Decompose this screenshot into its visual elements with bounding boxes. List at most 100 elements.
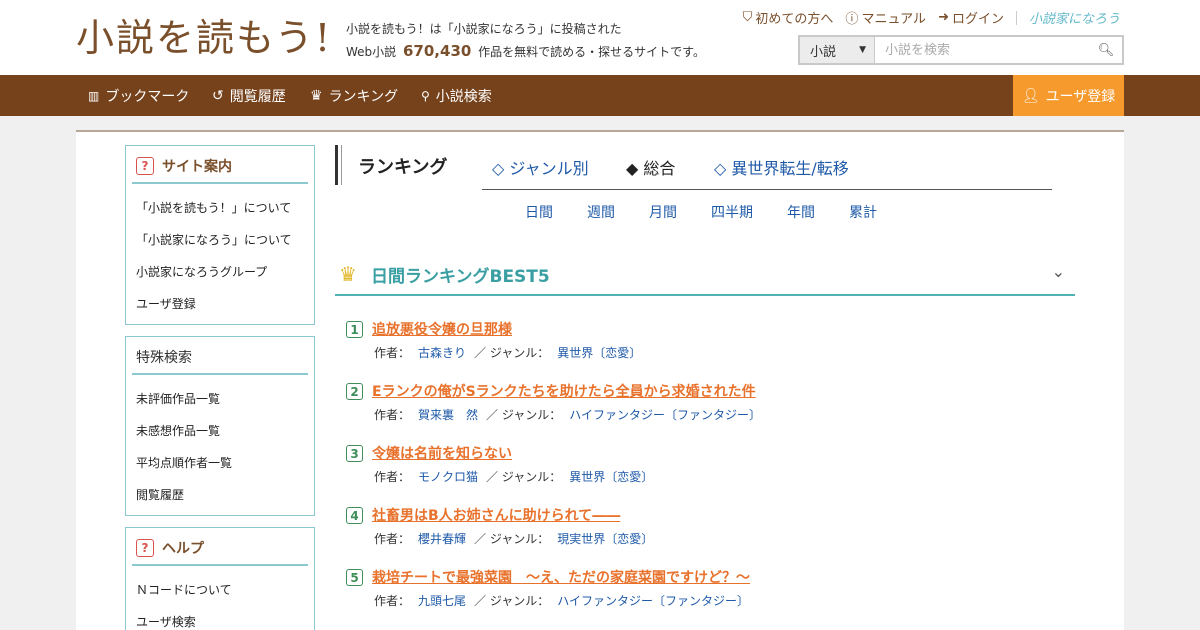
sidebar-site-guide: ? サイト案内 「小説を読もう！」について 「小説家になろう」について 小説家に… [125,145,315,325]
author-label: 作者： [374,594,411,608]
crown-icon: ♛ [310,87,323,104]
crown-icon: ♛ [339,262,357,286]
tagline-line1: 小説を読もう！は「小説家になろう」に投稿された [346,22,622,36]
heading-bar [335,145,338,185]
history-icon: ↺ [212,87,224,104]
author-link[interactable]: 賀来裏 然 [418,408,478,422]
top-links: ⛉ 初めての方へ ⓘ マニュアル ➜ ログイン 小説家になろう [743,8,1120,27]
help-icon: ? [136,157,154,175]
author-label: 作者： [374,346,411,360]
login-link[interactable]: ➜ ログイン [938,8,1004,27]
help-list: Ｎコードについて ユーザ検索 [126,566,314,630]
tab-isekai[interactable]: ◇ 異世界転生/転移 [714,155,849,179]
first-time-link[interactable]: ⛉ 初めての方へ [743,8,834,27]
genre-link[interactable]: ハイファンタジー〔ファンタジー〕 [569,408,761,422]
rank-number-badge: 3 [346,445,363,462]
novel-count: 670,430 [403,42,472,60]
search-button[interactable]: 🔍︎ [1090,37,1122,63]
author-link[interactable]: 九頭七尾 [418,594,466,608]
period-total[interactable]: 累計 [849,202,877,222]
tagline-line2: Web小説 670,430 作品を無料で読める・探せるサイトです。 [346,40,705,63]
ranking-tabs: ◇ ジャンル別 ◆ 総合 ◇ 異世界転生/転移 [482,152,1052,190]
heading-bar-thin [341,145,342,185]
ranking-entry: 4 社畜男はB人お姉さんに助けられて―― 作者： 櫻井春輝 ／ ジャンル： 現実世界〔… [344,505,1064,557]
period-weekly[interactable]: 週間 [587,202,615,222]
sidebar-item-no-review[interactable]: 未感想作品一覧 [126,415,314,447]
sidebar-item-narou-group[interactable]: 小説家になろうグループ [126,256,314,288]
daily-best5-header[interactable]: ♛ 日間ランキングBEST5 ⌄ [335,252,1075,296]
novel-meta: 作者： 九頭七尾 ／ ジャンル： ハイファンタジー〔ファンタジー〕 [374,592,749,609]
search-input[interactable] [875,37,1090,63]
site-header: 小説を読もう! 小説を読もう！は「小説家になろう」に投稿された Web小説 67… [0,0,1200,75]
manual-link[interactable]: ⓘ マニュアル [845,8,926,27]
period-quarterly[interactable]: 四半期 [711,202,753,222]
narou-logo-link[interactable]: 小説家になろう [1029,8,1120,27]
sidebar-item-avg-score-authors[interactable]: 平均点順作者一覧 [126,447,314,479]
novel-meta: 作者： 賀来裏 然 ／ ジャンル： ハイファンタジー〔ファンタジー〕 [374,406,761,423]
sidebar-item-user-search[interactable]: ユーザ検索 [126,606,314,630]
sidebar-item-about-yomou[interactable]: 「小説を読もう！」について [126,192,314,224]
sidebar-item-ncode[interactable]: Ｎコードについて [126,574,314,606]
nav-ranking[interactable]: ♛ ランキング [310,75,398,116]
genre-link[interactable]: 現実世界〔恋愛〕 [557,532,653,546]
sidebar-help: ? ヘルプ Ｎコードについて ユーザ検索 [125,527,315,630]
sidebar-item-unrated[interactable]: 未評価作品一覧 [126,383,314,415]
sidebar-item-history[interactable]: 閲覧履歴 [126,479,314,511]
nav-history[interactable]: ↺ 閲覧履歴 [212,75,286,116]
author-link[interactable]: 古森きり [418,346,466,360]
genre-link[interactable]: 異世界〔恋愛〕 [569,470,653,484]
register-button[interactable]: 👤︎ ユーザ登録 [1013,75,1124,116]
period-daily[interactable]: 日間 [525,202,553,222]
site-tagline: 小説を読もう！は「小説家になろう」に投稿された Web小説 670,430 作品… [346,18,705,63]
genre-label: ／ ジャンル： [474,346,550,360]
daily-best5-title: 日間ランキングBEST5 [371,267,550,287]
period-monthly[interactable]: 月間 [649,202,677,222]
novel-title-link[interactable]: 追放悪役令嬢の旦那様 [372,319,512,339]
ranking-entry: 1 追放悪役令嬢の旦那様 作者： 古森きり ／ ジャンル： 異世界〔恋愛〕 [344,319,1064,371]
search-category-select[interactable]: 小説 ▼ [800,37,875,63]
site-guide-title: ? サイト案内 [132,146,308,184]
bookmark-icon: ▥ [88,88,100,103]
shield-icon: ⛉ [742,10,753,25]
sidebar-item-register[interactable]: ユーザ登録 [126,288,314,320]
tagline-prefix: Web小説 [346,45,397,59]
period-tabs: 日間 週間 月間 四半期 年間 累計 [525,202,1025,222]
genre-label: ／ ジャンル： [486,408,562,422]
nav-search[interactable]: ⚲ 小説検索 [421,75,492,116]
search-box: 小説 ▼ 🔍︎ [798,35,1124,65]
author-label: 作者： [374,532,411,546]
nav-bookmark[interactable]: ▥ ブックマーク [88,75,189,116]
question-circle-icon: ⓘ [845,12,859,27]
genre-link[interactable]: 異世界〔恋愛〕 [557,346,641,360]
author-link[interactable]: 櫻井春輝 [418,532,466,546]
author-link[interactable]: モノクロ猫 [418,470,478,484]
novel-title-link[interactable]: 令嬢は名前を知らない [372,443,512,463]
ranking-title: ランキング [358,157,448,178]
author-label: 作者： [374,408,411,422]
author-label: 作者： [374,470,411,484]
rank-number-badge: 1 [346,321,363,338]
ranking-entry: 3 令嬢は名前を知らない 作者： モノクロ猫 ／ ジャンル： 異世界〔恋愛〕 [344,443,1064,495]
novel-title-link[interactable]: 栽培チートで最強菜園 ～え、ただの家庭菜園ですけど？～ [372,567,750,587]
ranking-entry: 2 Eランクの俺がSランクたちを助けたら全員から求婚された件 作者： 賀来裏 然 ／… [344,381,1064,433]
main-content: ? サイト案内 「小説を読もう！」について 「小説家になろう」について 小説家に… [76,130,1124,630]
rank-number-badge: 5 [346,569,363,586]
site-logo[interactable]: 小説を読もう! [76,14,332,62]
tab-genre[interactable]: ◇ ジャンル別 [492,155,589,179]
link-divider [1015,10,1017,25]
special-search-title: 特殊検索 [132,337,308,375]
novel-title-link[interactable]: Eランクの俺がSランクたちを助けたら全員から求婚された件 [372,381,756,401]
rank-number-badge: 2 [346,383,363,400]
genre-label: ／ ジャンル： [474,532,550,546]
period-yearly[interactable]: 年間 [787,202,815,222]
search-icon: ⚲ [421,88,430,103]
genre-label: ／ ジャンル： [474,594,550,608]
novel-title-link[interactable]: 社畜男はB人お姉さんに助けられて―― [372,505,620,525]
sidebar-item-about-narou[interactable]: 「小説家になろう」について [126,224,314,256]
tab-overall[interactable]: ◆ 総合 [626,155,675,179]
user-icon: 👤︎ [1021,87,1040,104]
chevron-down-icon[interactable]: ⌄ [1052,262,1065,281]
special-search-list: 未評価作品一覧 未感想作品一覧 平均点順作者一覧 閲覧履歴 [126,375,314,515]
rank-number-badge: 4 [346,507,363,524]
genre-link[interactable]: ハイファンタジー〔ファンタジー〕 [557,594,749,608]
